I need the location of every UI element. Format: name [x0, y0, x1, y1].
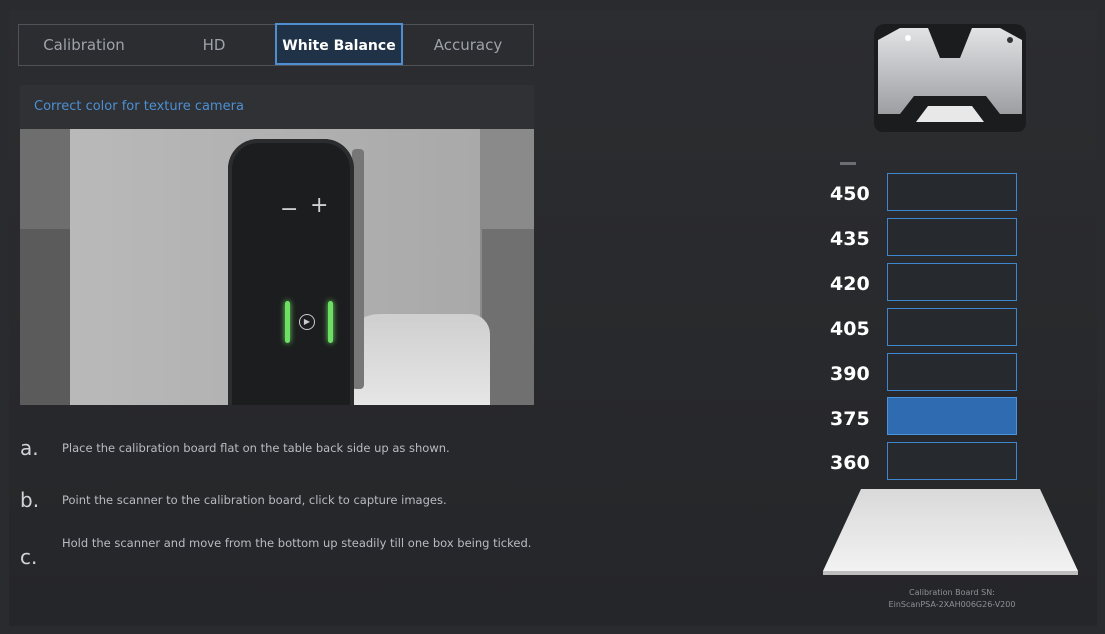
step-letter: c.	[20, 545, 38, 569]
level-box-390	[887, 353, 1017, 391]
level-label-450: 450	[830, 183, 870, 205]
level-label-405: 405	[830, 318, 870, 340]
board-serial-label: Calibration Board SN:	[909, 588, 995, 597]
indicator-light-right	[328, 301, 333, 343]
calibration-board-image	[823, 489, 1078, 575]
scanner-device-icon	[874, 24, 1026, 132]
level-box-405	[887, 308, 1017, 346]
handheld-scanner-image: − + ▶	[228, 139, 354, 405]
tab-bar: Calibration HD White Balance Accuracy	[18, 23, 534, 66]
level-box-450	[887, 173, 1017, 211]
plus-icon: +	[310, 193, 329, 218]
step-text: Hold the scanner and move from the botto…	[62, 536, 532, 550]
level-box-420	[887, 263, 1017, 301]
level-label-435: 435	[830, 228, 870, 250]
play-icon: ▶	[299, 314, 315, 330]
step-letter: b.	[20, 488, 40, 512]
tab-calibration[interactable]: Calibration	[19, 25, 149, 65]
step-text: Place the calibration board flat on the …	[62, 441, 450, 455]
level-label-420: 420	[830, 273, 870, 295]
level-box-435	[887, 218, 1017, 256]
step-letter: a.	[20, 436, 39, 460]
level-label-375: 375	[830, 408, 870, 430]
tab-white-balance[interactable]: White Balance	[275, 23, 403, 65]
board-serial-number: Calibration Board SN: EinScanPSA-2XAH006…	[850, 587, 1054, 611]
level-box-375	[887, 397, 1017, 435]
board-serial-value: EinScanPSA-2XAH006G26-V200	[888, 600, 1016, 609]
indicator-light-left	[285, 301, 290, 343]
preview-shadow-left	[20, 229, 70, 405]
step-text: Point the scanner to the calibration boa…	[62, 493, 447, 507]
level-box-360	[887, 442, 1017, 480]
tab-accuracy[interactable]: Accuracy	[403, 25, 533, 65]
level-label-360: 360	[830, 452, 870, 474]
level-indicator-dash	[840, 162, 856, 165]
camera-preview: − + ▶	[20, 129, 534, 405]
minus-icon: −	[280, 197, 299, 222]
level-label-390: 390	[830, 363, 870, 385]
section-subtitle: Correct color for texture camera	[20, 85, 534, 129]
tab-hd[interactable]: HD	[154, 25, 274, 65]
